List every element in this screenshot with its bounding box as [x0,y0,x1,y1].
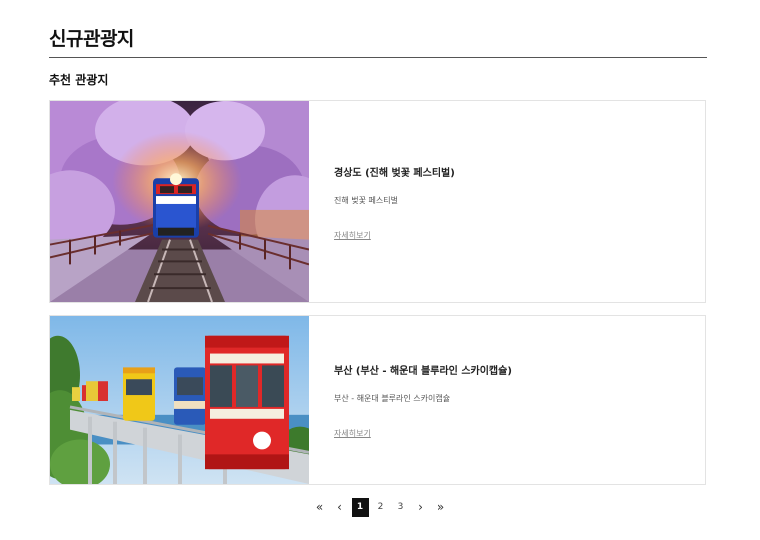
card-title[interactable]: 부산 (부산 - 해운대 블루라인 스카이캡슐) [334,362,695,377]
title-divider [49,57,707,58]
page-button-1[interactable]: 1 [351,497,369,517]
chevron-right-icon[interactable]: › [411,497,431,517]
double-chevron-right-icon[interactable]: » [431,497,451,517]
card-image-train-cherry-blossom[interactable] [50,101,309,302]
card-text: 경상도 (진해 벚꽃 페스티벌) 진해 벚꽃 페스티벌 자세히보기 [334,164,695,242]
card-text: 부산 (부산 - 해운대 블루라인 스카이캡슐) 부산 - 해운대 블루라인 스… [334,362,695,440]
card-image-sky-capsule[interactable] [50,316,309,484]
pagination: « ‹ 1 2 3 › » [0,497,760,517]
train-cherry-blossom-image [50,101,309,302]
attraction-card: 부산 (부산 - 해운대 블루라인 스카이캡슐) 부산 - 해운대 블루라인 스… [49,315,706,485]
page-title: 신규관광지 [49,28,134,50]
card-description: 부산 - 해운대 블루라인 스카이캡슐 [334,394,451,403]
page-button-3[interactable]: 3 [391,497,411,517]
card-more-link[interactable]: 자세히보기 [334,429,371,438]
double-chevron-left-icon[interactable]: « [310,497,330,517]
card-more-link[interactable]: 자세히보기 [334,231,371,240]
attraction-card: 경상도 (진해 벚꽃 페스티벌) 진해 벚꽃 페스티벌 자세히보기 [49,100,706,303]
card-description: 진해 벚꽃 페스티벌 [334,196,398,205]
chevron-left-icon[interactable]: ‹ [330,497,350,517]
card-title[interactable]: 경상도 (진해 벚꽃 페스티벌) [334,164,695,179]
page-button-2[interactable]: 2 [371,497,391,517]
sky-capsule-image [50,316,309,484]
section-title: 추천 관광지 [49,73,109,87]
